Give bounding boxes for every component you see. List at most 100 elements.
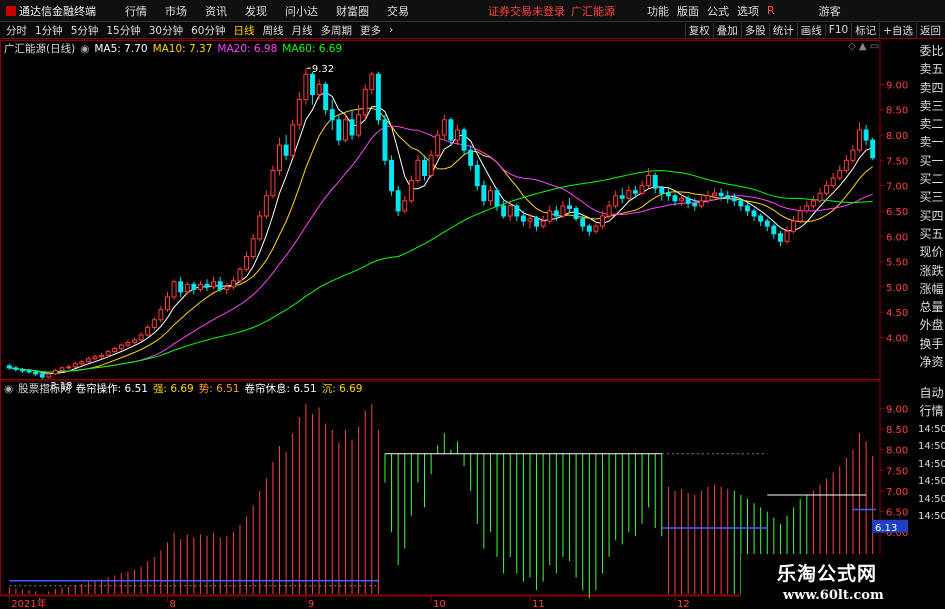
btn-overlay[interactable]: 叠加 bbox=[712, 22, 741, 38]
side-item[interactable]: 外盘 bbox=[918, 316, 945, 334]
candle-body bbox=[567, 205, 573, 209]
candle-body bbox=[415, 159, 421, 182]
menu-item-news[interactable]: 资讯 bbox=[196, 3, 236, 19]
side-item[interactable]: 买二 bbox=[918, 170, 945, 188]
menu-item-discover[interactable]: 发现 bbox=[236, 3, 276, 19]
ma10-line bbox=[9, 107, 873, 373]
menu-item-formula[interactable]: 公式 bbox=[703, 3, 733, 19]
diamond-icon[interactable]: ◇ bbox=[848, 41, 856, 52]
menu-item-quotes[interactable]: 行情 bbox=[116, 3, 156, 19]
menu-item-wealth[interactable]: 财富圈 bbox=[327, 3, 378, 19]
period-1min[interactable]: 1分钟 bbox=[31, 23, 67, 38]
side-item[interactable]: 卖四 bbox=[918, 79, 945, 97]
candlestick-series[interactable] bbox=[6, 68, 876, 380]
candle-body bbox=[59, 367, 65, 371]
menu-item-assistant[interactable]: 问小达 bbox=[276, 3, 327, 19]
period-timeshare[interactable]: 分时 bbox=[0, 23, 31, 38]
candle-body bbox=[230, 280, 236, 288]
candle-body bbox=[659, 187, 665, 194]
period-weekly[interactable]: 周线 bbox=[259, 23, 288, 38]
chart-window-controls[interactable]: ◇ ▲ ▭ bbox=[848, 41, 879, 52]
sub-tick-label: 9.00 bbox=[886, 404, 908, 415]
candle-body bbox=[435, 134, 441, 156]
sub-collapse-icon[interactable]: ◉ bbox=[4, 383, 13, 395]
side-item[interactable]: 净资 bbox=[918, 353, 945, 371]
candle-body bbox=[830, 177, 836, 187]
candle-body bbox=[277, 144, 282, 171]
candle-body bbox=[20, 368, 25, 372]
btn-multi-stock[interactable]: 多股 bbox=[740, 22, 769, 38]
candle-body bbox=[494, 190, 500, 207]
sub-tick-label: 8.50 bbox=[886, 425, 908, 436]
annotations: 9.323.186.13 bbox=[43, 64, 908, 534]
side-item[interactable]: 自动 bbox=[918, 384, 945, 402]
price-tick-label: 4.50 bbox=[886, 308, 908, 319]
side-item[interactable]: 买三 bbox=[918, 188, 945, 206]
side-item[interactable]: 买一 bbox=[918, 152, 945, 170]
period-15min[interactable]: 15分钟 bbox=[102, 23, 144, 38]
price-tick-label: 7.00 bbox=[886, 182, 908, 193]
expand-icon[interactable]: ▲ bbox=[859, 41, 867, 52]
side-item[interactable]: 现价 bbox=[918, 243, 945, 261]
candle-body bbox=[712, 192, 718, 197]
price-tick-label: 5.50 bbox=[886, 258, 908, 269]
side-item[interactable]: 委比 bbox=[918, 42, 945, 60]
period-30min[interactable]: 30分钟 bbox=[145, 23, 187, 38]
menu-item-layout[interactable]: 版面 bbox=[673, 3, 703, 19]
btn-back[interactable]: 返回 bbox=[916, 22, 945, 38]
candle-body bbox=[33, 371, 39, 375]
btn-add-favorite[interactable]: +自选 bbox=[879, 22, 916, 38]
menu-item-functions[interactable]: 功能 bbox=[643, 3, 673, 19]
candle-body bbox=[593, 225, 599, 232]
btn-mark[interactable]: 标记 bbox=[851, 22, 879, 38]
candle-body bbox=[791, 220, 797, 232]
btn-adjust[interactable]: 复权 bbox=[684, 22, 713, 38]
side-item[interactable]: 涨幅 bbox=[918, 280, 945, 298]
kline-chart[interactable]: 4.00 4.50 5.00 5.50 6.00 6.50 7.00 7.50 8.00 8.50… bbox=[0, 40, 918, 609]
side-item[interactable]: 总量 bbox=[918, 298, 945, 316]
candle-body bbox=[46, 373, 52, 378]
period-multi[interactable]: 多周期 bbox=[317, 23, 357, 38]
menu-item-market[interactable]: 市场 bbox=[156, 3, 196, 19]
price-tick-label: 5.00 bbox=[886, 283, 908, 294]
menu-item-trade[interactable]: 交易 bbox=[378, 3, 418, 19]
r-button[interactable]: R bbox=[763, 4, 779, 17]
candle-body bbox=[474, 164, 480, 187]
side-item[interactable]: 换手 bbox=[918, 335, 945, 353]
chevron-right-icon[interactable]: › bbox=[385, 24, 397, 36]
period-5min[interactable]: 5分钟 bbox=[67, 23, 103, 38]
side-item[interactable]: 买五 bbox=[918, 225, 945, 243]
period-60min[interactable]: 60分钟 bbox=[187, 23, 229, 38]
candle-body bbox=[553, 210, 559, 217]
candle-body bbox=[428, 154, 434, 176]
candle-body bbox=[514, 205, 520, 217]
price-tick-label: 6.00 bbox=[886, 232, 908, 243]
period-more[interactable]: 更多 bbox=[356, 23, 385, 38]
candle-body bbox=[764, 220, 770, 227]
btn-statistics[interactable]: 统计 bbox=[768, 22, 797, 38]
grid-lines bbox=[0, 40, 918, 609]
candle-body bbox=[6, 365, 12, 369]
candle-body bbox=[685, 197, 691, 204]
side-item[interactable]: 卖二 bbox=[918, 115, 945, 133]
btn-draw-line[interactable]: 画线 bbox=[796, 22, 825, 38]
side-item[interactable]: 买四 bbox=[918, 207, 945, 225]
side-item[interactable]: 卖五 bbox=[918, 60, 945, 78]
side-item[interactable]: 卖一 bbox=[918, 133, 945, 151]
btn-f10[interactable]: F10 bbox=[824, 24, 851, 36]
side-item[interactable]: 涨跌 bbox=[918, 262, 945, 280]
menu-item-options[interactable]: 选项 bbox=[733, 3, 763, 19]
collapse-icon[interactable]: ◉ bbox=[80, 43, 89, 55]
side-item[interactable]: 卖三 bbox=[918, 97, 945, 115]
login-warning[interactable]: 证券交易未登录 bbox=[488, 3, 565, 19]
period-daily[interactable]: 日线 bbox=[230, 23, 259, 38]
guest-user[interactable]: 游客 bbox=[815, 3, 845, 19]
candle-body bbox=[151, 319, 157, 328]
period-monthly[interactable]: 月线 bbox=[288, 23, 317, 38]
side-item[interactable]: 行情 bbox=[918, 402, 945, 420]
legend-indicator-3: 势: 6.51 bbox=[198, 383, 240, 395]
quote-side-panel: 委比 卖五 卖四 卖三 卖二 卖一 买一 买二 买三 买四 买五 现价 涨跌 涨… bbox=[918, 42, 945, 382]
candle-body bbox=[527, 218, 533, 222]
window-icon[interactable]: ▭ bbox=[870, 41, 879, 52]
candle-body bbox=[600, 215, 605, 227]
